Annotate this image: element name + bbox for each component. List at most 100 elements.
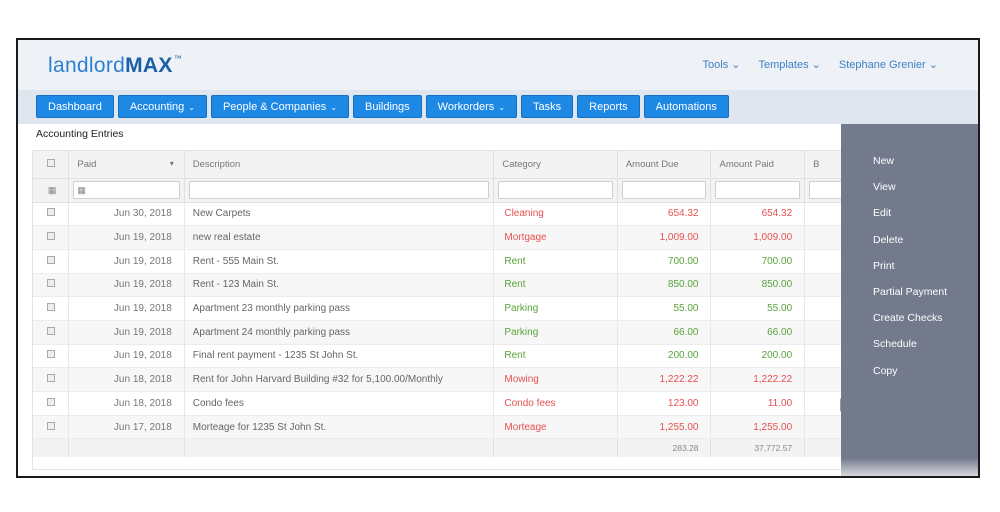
row-date: Jun 17, 2018 [68,415,185,440]
table-row[interactable]: Jun 19, 2018 Final rent payment - 1235 St… [33,344,849,369]
app-window: landlordMAX™ Tools ⌄ Templates ⌄ Stephan… [16,38,980,478]
user-menu[interactable]: Stephane Grenier ⌄ [839,58,938,71]
row-checkbox[interactable] [33,202,70,227]
table-row[interactable]: Jun 19, 2018 Rent - 555 Main St. Rent 700.0… [33,249,849,274]
actions-sidebar: New View Edit Delete Print Partial Payment Cre… [841,124,978,476]
calendar-icon[interactable]: ▦ [77,185,86,196]
calendar-icon[interactable]: ▦ [48,185,57,195]
table-row[interactable]: Jun 19, 2018 Rent - 123 Main St. Rent 850.0… [33,273,849,298]
row-category: Condo fees [493,391,618,416]
nav-label: Buildings [365,101,410,113]
column-paid[interactable]: Paid ▾ [68,151,185,179]
action-partial-payment[interactable]: Partial Payment [873,285,947,311]
totals-row: 283.28 37,772.57 [33,438,849,457]
row-amount-due: 1,255.00 [617,415,712,440]
row-description: New Carpets [184,202,495,227]
nav-dashboard-button[interactable]: Dashboard [36,95,114,118]
action-new[interactable]: New [873,154,947,180]
nav-tasks-button[interactable]: Tasks [521,95,574,118]
checkbox-icon [46,374,55,383]
action-print[interactable]: Print [873,259,947,285]
action-copy[interactable]: Copy [873,364,947,390]
nav-buttons: Dashboard Accounting ⌄ People & Companies ⌄ B… [36,95,729,118]
amount-due-filter-input[interactable] [621,181,707,199]
table-row[interactable]: Jun 30, 2018 New Carpets Cleaning 654.32 654… [33,202,849,227]
paid-filter-input[interactable]: ▦ [73,181,180,199]
nav-label: People & Companies [222,101,327,113]
description-filter-input[interactable] [188,181,490,199]
row-amount-paid: 700.00 [710,249,806,274]
checkbox-icon [46,326,55,335]
column-amount-paid[interactable]: Amount Paid [710,151,806,179]
chevron-down-icon: ⌄ [498,103,506,112]
table-row[interactable]: Jun 17, 2018 Morteage for 1235 St John St… [33,415,849,440]
row-amount-due: 654.32 [617,202,712,227]
chevron-down-icon: ⌄ [330,103,338,112]
row-category: Morteage [493,415,618,440]
row-checkbox[interactable] [33,273,70,298]
nav-label: Workorders [437,101,495,113]
column-amount-due[interactable]: Amount Due [617,151,712,179]
table-row[interactable]: Jun 19, 2018 Apartment 23 monthly parking… [33,296,849,321]
action-create-checks[interactable]: Create Checks [873,311,947,337]
row-date: Jun 19, 2018 [68,344,185,369]
checkbox-icon [46,255,55,264]
row-amount-due: 700.00 [617,249,712,274]
table-row[interactable]: Jun 18, 2018 Condo fees Condo fees 123.00 11… [33,391,849,416]
row-checkbox[interactable] [33,320,70,345]
category-filter-input[interactable] [498,181,613,199]
nav-people-and-companies-button[interactable]: People & Companies ⌄ [210,95,350,118]
actions-menu: New View Edit Delete Print Partial Payment Cre… [873,154,947,390]
logo-trademark: ™ [173,54,183,63]
row-amount-paid: 1,255.00 [710,415,806,440]
total-amount-paid: 37,772.57 [710,438,806,457]
column-description[interactable]: Description [184,151,495,179]
row-category: Mortgage [493,225,618,250]
table-row[interactable]: Jun 19, 2018 new real estate Mortgage 1,009… [33,225,849,250]
column-category[interactable]: Category [493,151,618,179]
row-amount-paid: 55.00 [710,296,806,321]
entries-table: Paid ▾ Description Category Amount Due Am… [33,151,849,457]
amount-paid-filter-input[interactable] [715,181,801,199]
app-logo[interactable]: landlordMAX™ [48,54,182,78]
row-category: Rent [493,249,618,274]
row-amount-paid: 850.00 [710,273,806,298]
nav-accounting-button[interactable]: Accounting ⌄ [117,95,207,118]
tools-menu[interactable]: Tools ⌄ [703,58,741,71]
action-delete[interactable]: Delete [873,233,947,259]
nav-label: Automations [655,101,717,113]
action-schedule[interactable]: Schedule [873,337,947,363]
sidebar-fade [841,458,978,476]
nav-reports-button[interactable]: Reports [577,95,640,118]
accounting-grid: Paid ▾ Description Category Amount Due Am… [32,150,850,470]
row-checkbox[interactable] [33,296,70,321]
row-checkbox[interactable] [33,415,70,440]
row-amount-due: 123.00 [617,391,712,416]
row-amount-paid: 1,222.22 [710,367,806,392]
row-checkbox[interactable] [33,391,70,416]
row-date: Jun 19, 2018 [68,249,185,274]
row-amount-due: 1,009.00 [617,225,712,250]
nav-workorders-button[interactable]: Workorders ⌄ [425,95,518,118]
sort-down-icon[interactable]: ▾ [170,159,174,168]
nav-buildings-button[interactable]: Buildings [353,95,422,118]
nav-label: Reports [589,101,628,113]
table-row[interactable]: Jun 18, 2018 Rent for John Harvard Buildi… [33,367,849,392]
action-edit[interactable]: Edit [873,206,947,232]
row-checkbox[interactable] [33,344,70,369]
row-amount-due: 55.00 [617,296,712,321]
row-amount-paid: 66.00 [710,320,806,345]
nav-automations-button[interactable]: Automations [643,95,729,118]
row-date: Jun 18, 2018 [68,391,185,416]
row-checkbox[interactable] [33,225,70,250]
row-date: Jun 18, 2018 [68,367,185,392]
extra-filter-input[interactable] [809,181,844,199]
select-all-checkbox[interactable] [33,151,70,179]
page-title: Accounting Entries [36,128,124,140]
checkbox-icon [46,350,55,359]
templates-menu[interactable]: Templates ⌄ [758,58,820,71]
table-row[interactable]: Jun 19, 2018 Apartment 24 monthly parking… [33,320,849,345]
row-checkbox[interactable] [33,367,70,392]
action-view[interactable]: View [873,180,947,206]
row-checkbox[interactable] [33,249,70,274]
